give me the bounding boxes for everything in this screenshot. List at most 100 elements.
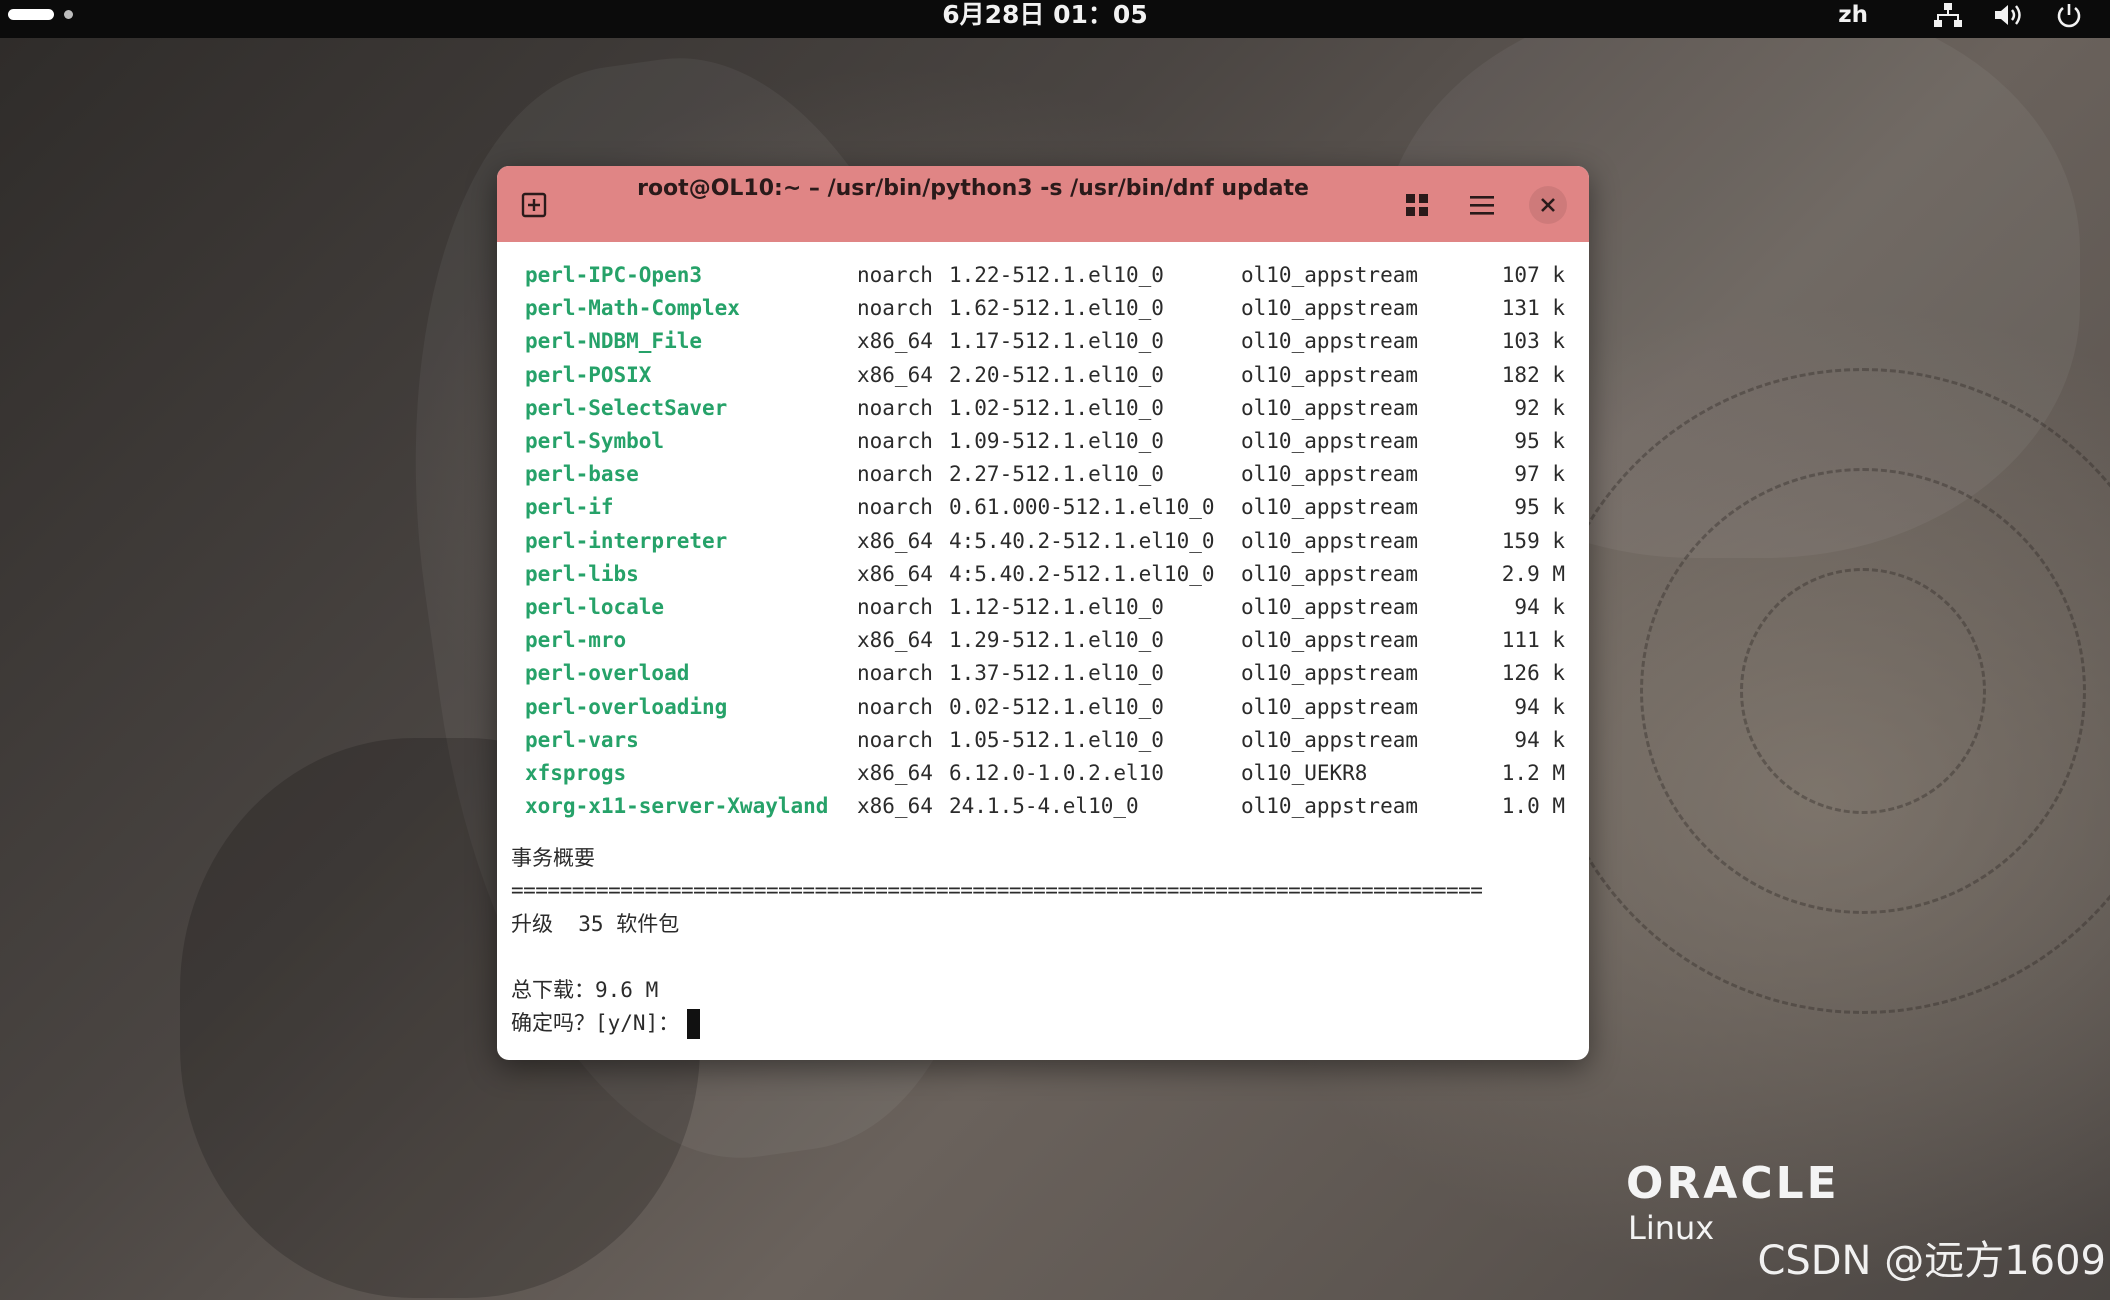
package-version: 1.22-512.1.el10_0 xyxy=(949,263,1164,287)
package-name: perl-locale xyxy=(525,595,665,619)
package-name: perl-base xyxy=(525,462,639,487)
confirm-prompt[interactable]: 确定吗？[y/N]： xyxy=(511,1007,701,1040)
terminal-titlebar[interactable]: root@OL10:~ – /usr/bin/python3 -s /usr/b… xyxy=(497,166,1589,242)
package-size: 94 k xyxy=(1514,595,1565,619)
package-version: 1.12-512.1.el10_0 xyxy=(949,595,1164,619)
package-size: 159 k xyxy=(1501,528,1565,553)
package-name: perl-libs xyxy=(525,561,639,586)
oracle-linux-logo: ORACLE Linux xyxy=(1626,1160,1840,1248)
package-repo: ol10_appstream xyxy=(1241,794,1419,819)
package-repo: ol10_appstream xyxy=(1241,362,1419,387)
package-repo: ol10_appstream xyxy=(1241,263,1419,287)
total-download: 总下载：9.6 M xyxy=(511,978,659,1002)
power-icon xyxy=(2056,2,2082,28)
package-size: 94 k xyxy=(1514,694,1565,719)
package-repo: ol10_appstream xyxy=(1241,296,1419,321)
package-name: xfsprogs xyxy=(525,761,627,785)
package-arch: noarch xyxy=(857,462,933,487)
new-tab-button[interactable] xyxy=(515,186,553,224)
package-version: 1.09-512.1.el10_0 xyxy=(949,429,1164,453)
separator-line: ========================================… xyxy=(511,878,1483,902)
package-size: 97 k xyxy=(1514,462,1565,487)
package-size: 107 k xyxy=(1501,263,1565,287)
package-version: 1.29-512.1.el10_0 xyxy=(949,628,1164,653)
prompt-text: 确定吗？[y/N]： xyxy=(511,1011,680,1035)
package-version: 4:5.40.2-512.1.el10_0 xyxy=(949,528,1215,553)
package-repo: ol10_appstream xyxy=(1241,595,1419,619)
package-size: 131 k xyxy=(1501,296,1565,321)
close-button[interactable] xyxy=(1529,186,1567,224)
package-version: 2.27-512.1.el10_0 xyxy=(949,462,1164,487)
package-name: perl-interpreter xyxy=(525,528,728,553)
package-arch: x86_64 xyxy=(857,794,933,819)
hamburger-menu-icon xyxy=(1470,196,1494,215)
package-arch: x86_64 xyxy=(857,761,933,785)
package-name: perl-Symbol xyxy=(525,429,665,453)
csdn-watermark: CSDN @远方1609 xyxy=(1757,1238,2106,1284)
close-icon xyxy=(1541,198,1555,212)
package-arch: noarch xyxy=(857,395,933,420)
package-repo: ol10_appstream xyxy=(1241,495,1419,520)
package-arch: noarch xyxy=(857,296,933,321)
clock[interactable]: 6月28日 01：05 xyxy=(0,0,2090,38)
package-arch: noarch xyxy=(857,595,933,619)
package-size: 1.2 M xyxy=(1501,761,1565,785)
package-arch: noarch xyxy=(857,694,933,719)
package-version: 1.05-512.1.el10_0 xyxy=(949,727,1164,752)
package-repo: ol10_appstream xyxy=(1241,395,1419,420)
text-cursor xyxy=(687,1009,701,1039)
package-arch: x86_64 xyxy=(857,362,933,387)
package-size: 182 k xyxy=(1501,362,1565,387)
main-menu-button[interactable] xyxy=(1463,186,1501,224)
package-name: perl-if xyxy=(525,495,614,520)
package-arch: x86_64 xyxy=(857,628,933,653)
package-size: 111 k xyxy=(1501,628,1565,653)
package-name: perl-mro xyxy=(525,628,627,653)
terminal-window[interactable]: root@OL10:~ – /usr/bin/python3 -s /usr/b… xyxy=(497,166,1589,1060)
package-name: perl-SelectSaver xyxy=(525,395,728,420)
package-repo: ol10_appstream xyxy=(1241,561,1419,586)
package-arch: noarch xyxy=(857,429,933,453)
oracle-logo-word: ORACLE xyxy=(1626,1158,1840,1209)
package-repo: ol10_appstream xyxy=(1241,528,1419,553)
language-indicator[interactable]: zh xyxy=(1838,2,1868,28)
package-size: 1.0 M xyxy=(1501,794,1565,819)
package-version: 0.61.000-512.1.el10_0 xyxy=(949,495,1215,520)
package-size: 2.9 M xyxy=(1501,561,1565,586)
package-repo: ol10_UEKR8 xyxy=(1241,761,1368,785)
package-name: perl-NDBM_File xyxy=(525,329,703,354)
terminal-title: root@OL10:~ – /usr/bin/python3 -s /usr/b… xyxy=(637,176,1309,201)
package-size: 126 k xyxy=(1501,661,1565,686)
package-name: perl-overload xyxy=(525,661,690,686)
tab-overview-button[interactable] xyxy=(1398,186,1436,224)
package-repo: ol10_appstream xyxy=(1241,694,1419,719)
package-version: 0.02-512.1.el10_0 xyxy=(949,694,1164,719)
package-repo: ol10_appstream xyxy=(1241,329,1419,354)
volume-icon xyxy=(1994,2,2024,28)
package-name: perl-overloading xyxy=(525,694,728,719)
summary-heading: 事务概要 xyxy=(511,846,595,870)
new-tab-icon xyxy=(521,192,547,218)
upgrade-count: 升级 35 软件包 xyxy=(511,912,680,936)
package-version: 4:5.40.2-512.1.el10_0 xyxy=(949,561,1215,586)
system-tray[interactable]: zh xyxy=(1838,0,2082,30)
package-name: perl-POSIX xyxy=(525,362,652,387)
package-version: 1.17-512.1.el10_0 xyxy=(949,329,1164,354)
package-arch: noarch xyxy=(857,661,933,686)
package-size: 103 k xyxy=(1501,329,1565,354)
top-bar: 6月28日 01：05 zh xyxy=(0,0,2110,38)
package-arch: noarch xyxy=(857,495,933,520)
package-name: perl-Math-Complex xyxy=(525,296,740,321)
package-name: xorg-x11-server-Xwayland xyxy=(525,794,829,819)
package-size: 95 k xyxy=(1514,495,1565,520)
package-size: 92 k xyxy=(1514,395,1565,420)
package-name: perl-IPC-Open3 xyxy=(525,263,703,287)
package-version: 24.1.5-4.el10_0 xyxy=(949,794,1139,819)
package-repo: ol10_appstream xyxy=(1241,462,1419,487)
package-version: 1.62-512.1.el10_0 xyxy=(949,296,1164,321)
package-repo: ol10_appstream xyxy=(1241,661,1419,686)
package-name: perl-vars xyxy=(525,727,639,752)
package-version: 2.20-512.1.el10_0 xyxy=(949,362,1164,387)
terminal-output[interactable]: perl-IPC-Open3 noarch 1.22-512.1.el10_0 ol1… xyxy=(497,242,1589,1060)
package-version: 1.02-512.1.el10_0 xyxy=(949,395,1164,420)
